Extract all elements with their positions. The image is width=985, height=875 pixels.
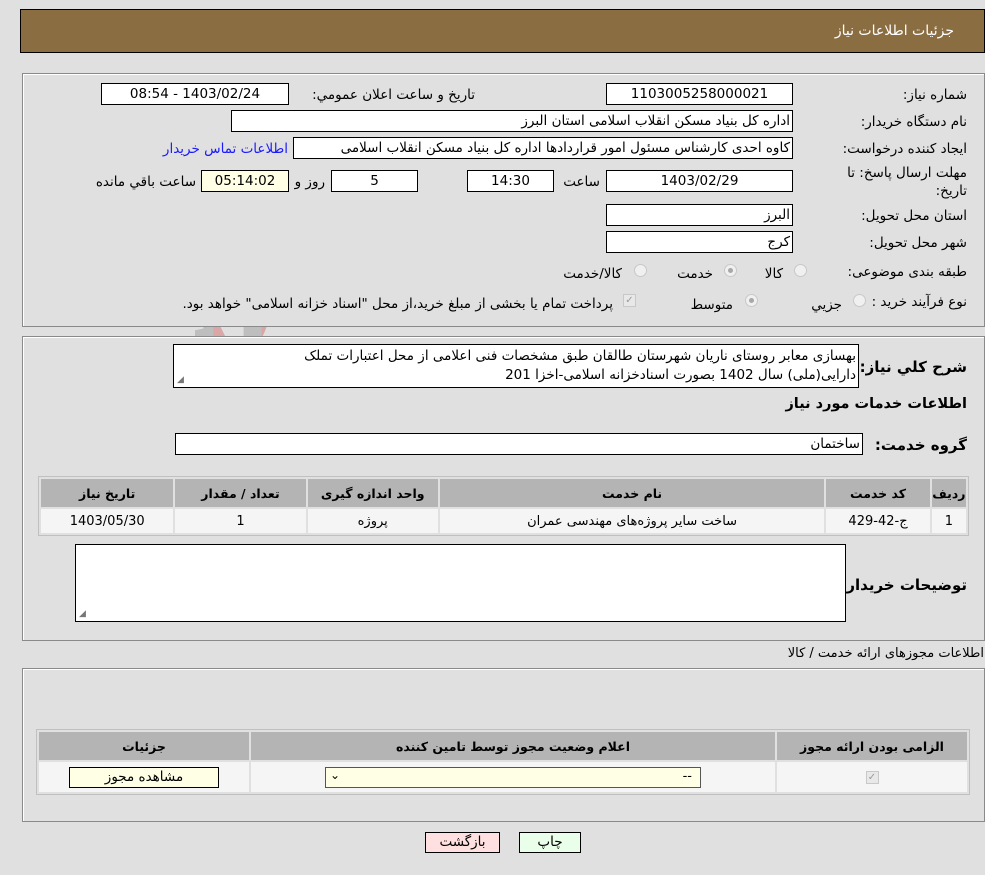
category-option-goods: کالا: [764, 266, 783, 282]
need-number-field: 1103005258000021: [606, 83, 793, 105]
process-label: نوع فرآیند خرید :: [871, 294, 967, 310]
table-row: 1 ج-42-429 ساخت سایر پروژه‌های مهندسی عم…: [41, 509, 966, 533]
permit-required-checkbox[interactable]: ✓: [865, 770, 879, 784]
description-label: شرح کلي نياز:: [859, 358, 967, 376]
deadline-time-field: 14:30: [467, 170, 554, 192]
buyer-contact-link[interactable]: اطلاعات تماس خریدار: [163, 141, 288, 157]
treasury-note: پرداخت تمام یا بخشی از مبلغ خرید،از محل …: [182, 296, 613, 312]
col-unit: واحد اندازه گيری: [307, 479, 438, 507]
col-date: تاريخ نياز: [41, 479, 174, 507]
description-line2: دارایی(ملی) سال 1402 بصورت اسنادخزانه اس…: [505, 367, 856, 383]
permits-table: الزامی بودن ارائه مجوز اعلام وضعیت مجوز …: [36, 729, 970, 795]
permits-section-title: اطلاعات مجوزهای ارائه خدمت / کالا: [787, 646, 984, 661]
chevron-down-icon: ⌄: [330, 767, 341, 782]
buyer-org-label: نام دستگاه خريدار:: [860, 114, 967, 130]
cell-permit-status: -- ⌄: [251, 762, 775, 792]
page-title: جزئیات اطلاعات نیاز: [834, 23, 954, 39]
city-label: شهر محل تحویل:: [869, 235, 967, 251]
col-permit-status: اعلام وضعیت مجوز توسط تامین کننده: [251, 732, 775, 760]
remaining-time-label: ساعت باقي مانده: [95, 174, 196, 190]
buyer-notes-textarea[interactable]: ◢: [75, 544, 846, 622]
deadline-time-label: ساعت: [563, 174, 600, 190]
table-row: ✓ -- ⌄ مشاهده مجوز: [39, 762, 967, 792]
deadline-date-field: 1403/02/29: [606, 170, 793, 192]
cell-qty: 1: [175, 509, 306, 533]
cell-name: ساخت سایر پروژه‌های مهندسی عمران: [439, 509, 825, 533]
announce-label: تاریخ و ساعت اعلان عمومي:: [312, 87, 475, 103]
col-permit-required: الزامی بودن ارائه مجوز: [777, 732, 967, 760]
process-option-minor: جزيي: [811, 297, 842, 313]
need-number-label: شماره نیاز:: [902, 87, 967, 103]
category-radio-goods[interactable]: [794, 264, 807, 277]
process-radio-minor[interactable]: [853, 294, 866, 307]
resize-grip-icon[interactable]: ◢: [177, 375, 184, 385]
category-option-goods-service: کالا/خدمت: [563, 266, 622, 282]
description-textarea[interactable]: بهسازی معابر روستای ناریان شهرستان طالقا…: [173, 344, 859, 388]
treasury-checkbox[interactable]: ✓: [623, 294, 636, 307]
page-header: جزئیات اطلاعات نیاز: [20, 9, 985, 53]
cell-unit: پروژه: [307, 509, 438, 533]
province-field: البرز: [606, 204, 793, 226]
col-index: رديف: [931, 479, 966, 507]
days-label: روز و: [294, 174, 325, 190]
permit-status-value: --: [682, 768, 692, 784]
col-code: کد خدمت: [826, 479, 930, 507]
process-radio-medium[interactable]: [745, 294, 758, 307]
category-option-service: خدمت: [677, 266, 713, 282]
city-field: کرج: [606, 231, 793, 253]
service-group-label: گروه خدمت:: [874, 436, 967, 454]
days-remaining-field: 5: [331, 170, 418, 192]
services-table: رديف کد خدمت نام خدمت واحد اندازه گيری ت…: [38, 476, 969, 536]
process-option-medium: متوسط: [690, 297, 733, 313]
permit-status-select[interactable]: -- ⌄: [325, 766, 701, 788]
creator-field: کاوه احدی کارشناس مسئول امور قراردادها ا…: [293, 137, 793, 159]
buyer-notes-label: توضيحات خريدار:: [840, 576, 967, 594]
category-radio-service[interactable]: [724, 264, 737, 277]
cell-index: 1: [931, 509, 966, 533]
description-line1: بهسازی معابر روستای ناریان شهرستان طالقا…: [304, 348, 856, 364]
province-label: استان محل تحویل:: [861, 208, 967, 224]
cell-permit-required: ✓: [777, 762, 967, 792]
creator-label: ايجاد کننده درخواست:: [842, 141, 967, 157]
cell-date: 1403/05/30: [41, 509, 174, 533]
col-name: نام خدمت: [439, 479, 825, 507]
deadline-label-line1: مهلت ارسال پاسخ: تا: [847, 165, 967, 181]
view-permit-button[interactable]: مشاهده مجوز: [69, 766, 219, 788]
resize-grip-icon[interactable]: ◢: [79, 609, 86, 619]
services-table-header: رديف کد خدمت نام خدمت واحد اندازه گيری ت…: [41, 479, 966, 507]
deadline-label-line2: تاریخ:: [935, 183, 967, 199]
remaining-time-field: 05:14:02: [201, 170, 289, 192]
announce-datetime-field: 1403/02/24 - 08:54: [101, 83, 289, 105]
services-section-title: اطلاعات خدمات مورد نياز: [785, 396, 967, 412]
cell-permit-details: مشاهده مجوز: [39, 762, 249, 792]
cell-code: ج-42-429: [826, 509, 930, 533]
buyer-org-field: اداره کل بنیاد مسکن انقلاب اسلامی استان …: [231, 110, 793, 132]
service-group-field: ساختمان: [175, 433, 863, 455]
col-permit-details: جزئیات: [39, 732, 249, 760]
print-button[interactable]: چاپ: [519, 832, 581, 853]
category-radio-goods-service[interactable]: [634, 264, 647, 277]
back-button[interactable]: بازگشت: [425, 832, 500, 853]
col-qty: تعداد / مقدار: [175, 479, 306, 507]
permits-table-header: الزامی بودن ارائه مجوز اعلام وضعیت مجوز …: [39, 732, 967, 760]
category-label: طبقه بندی موضوعی:: [847, 264, 967, 280]
